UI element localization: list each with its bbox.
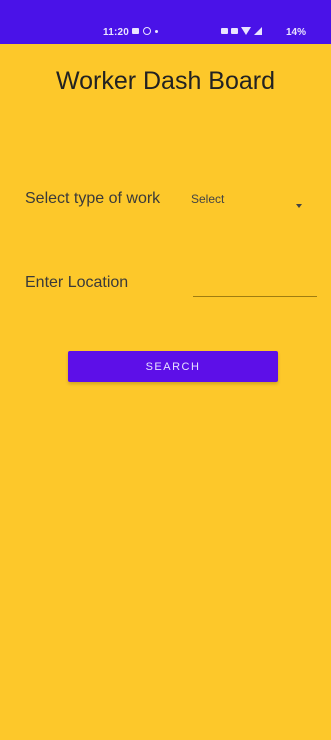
hotspot-icon [231,28,238,34]
location-input[interactable] [193,270,317,297]
work-type-label: Select type of work [25,190,161,207]
location-label: Enter Location [25,274,129,291]
status-bar: 11:20 14% [0,0,331,44]
sync-icon [143,27,151,35]
work-type-dropdown[interactable]: Select [188,186,312,226]
notification-icons [132,27,158,35]
more-notifications-icon [155,29,158,33]
search-button[interactable]: SEARCH [68,351,278,382]
message-icon [132,28,139,34]
dropdown-arrow-icon [296,204,302,208]
vibrate-icon [221,28,228,34]
wifi-icon [241,27,251,35]
work-type-selected-value: Select [191,192,225,206]
status-time: 11:20 [103,27,130,38]
app-screen: 11:20 14% Worker Dash Board Select type … [0,0,331,740]
page-title: Worker Dash Board [55,67,276,95]
system-icons [221,27,262,35]
battery-indicator: 14% [286,27,307,38]
signal-icon [254,27,262,35]
